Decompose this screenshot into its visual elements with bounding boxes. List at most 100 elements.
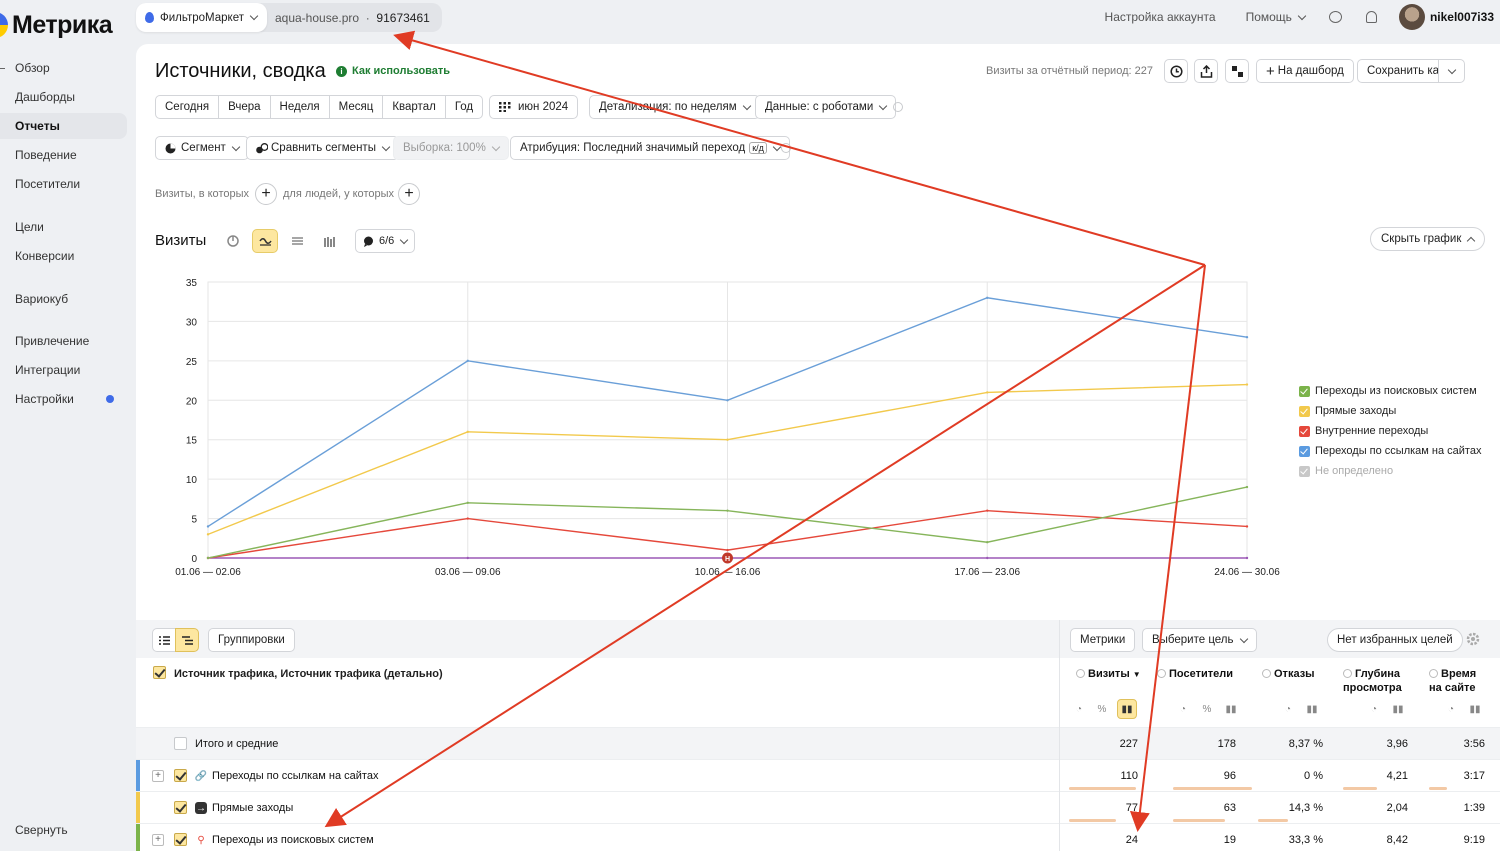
data-point <box>206 556 210 560</box>
counter-dropdown[interactable]: ФильтроМаркет <box>136 3 267 32</box>
feedback-icon[interactable] <box>1328 11 1342 23</box>
sidebar-item-integrations[interactable]: Интеграции <box>0 357 127 383</box>
counter-site-info[interactable]: aqua-house.pro · 91673461 <box>267 11 442 25</box>
row-checkbox[interactable] <box>174 769 187 782</box>
groupings-button[interactable]: Группировки <box>208 628 295 652</box>
counter-icon <box>145 12 154 23</box>
dimension-header: Источник трафика, Источник трафика (дета… <box>174 668 443 680</box>
depth-share-bar <box>1343 787 1377 790</box>
column-header-visitors[interactable]: Посетители <box>1157 667 1233 681</box>
bar-icon[interactable]: ▮▮ <box>1302 699 1322 719</box>
legend-checkbox[interactable] <box>1299 425 1310 437</box>
sidebar-item-conversions[interactable]: Конверсии <box>0 243 127 269</box>
legend-item[interactable]: Переходы по ссылкам на сайтах <box>1299 441 1481 461</box>
gear-icon[interactable] <box>1466 632 1480 646</box>
metrika-logo[interactable]: Метрика <box>0 8 113 42</box>
sidebar-item-reports[interactable]: Отчеты <box>0 113 127 139</box>
sidebar-item-label: Поведение <box>15 148 77 162</box>
choose-goal-dropdown[interactable]: Выберите цель <box>1142 628 1257 652</box>
link-icon: 🔗 <box>194 770 208 782</box>
row-checkbox[interactable] <box>174 737 187 750</box>
y-tick-label: 30 <box>186 317 198 328</box>
cell-bounces: 0 % <box>1304 769 1323 782</box>
separator-dot: · <box>362 10 374 25</box>
legend-item[interactable]: Прямые заходы <box>1299 401 1481 421</box>
sidebar-item-visitors[interactable]: Посетители <box>0 171 127 197</box>
select-all-checkbox[interactable] <box>153 666 166 679</box>
legend-checkbox[interactable] <box>1299 405 1310 417</box>
groupings-label: Группировки <box>218 634 285 646</box>
pie-icon[interactable]: ◔ <box>1364 699 1384 719</box>
column-header-time[interactable]: Время на сайте <box>1429 667 1489 695</box>
time-share-bar <box>1429 787 1447 790</box>
data-point <box>726 548 729 552</box>
cell-depth: 3,96 <box>1386 737 1408 750</box>
cell-depth: 4,21 <box>1386 769 1408 782</box>
notification-dot <box>106 395 114 403</box>
bar-icon[interactable]: ▮▮ <box>1388 699 1408 719</box>
pie-icon[interactable]: ◔ <box>1441 699 1461 719</box>
sidebar-item-dashboards[interactable]: Дашборды <box>0 84 127 110</box>
table-row[interactable]: + ⚲ Переходы из поисковых систем 24 19 33… <box>136 823 1500 851</box>
sidebar-collapse-button[interactable]: Свернуть <box>0 817 127 843</box>
row-label[interactable]: 🔗 Переходы по ссылкам на сайтах <box>194 770 379 782</box>
x-tick-label: 01.06 — 02.06 <box>175 567 241 578</box>
sidebar-item-overview[interactable]: Обзор <box>0 55 127 81</box>
visits-line-chart: 0 5 10 15 20 25 30 35 01.06 — 02.06 03.06 — 09.06… <box>175 278 1280 578</box>
bar-icon[interactable]: ▮▮ <box>1221 699 1241 719</box>
data-point <box>206 525 210 528</box>
bar-icon[interactable]: ▮▮ <box>1465 699 1485 719</box>
legend-checkbox[interactable] <box>1299 385 1310 397</box>
pie-icon[interactable]: ◔ <box>1173 699 1193 719</box>
table-row[interactable]: + 🔗 Переходы по ссылкам на сайтах 110 96 … <box>136 759 1500 792</box>
sidebar-item-settings[interactable]: Настройки <box>0 386 127 412</box>
sidebar-item-acquisition[interactable]: Привлечение <box>0 328 127 354</box>
legend-label: Не определено <box>1315 465 1394 477</box>
percent-icon[interactable]: % <box>1092 699 1112 719</box>
percent-icon[interactable]: % <box>1197 699 1217 719</box>
bounces-share-bar <box>1258 819 1288 822</box>
visitors-share-bar <box>1173 819 1225 822</box>
data-point <box>466 556 469 560</box>
pie-icon[interactable]: ◔ <box>1278 699 1298 719</box>
row-label[interactable]: → Прямые заходы <box>195 802 293 814</box>
legend-item[interactable]: Переходы из поисковых систем <box>1299 381 1481 401</box>
legend-item[interactable]: Внутренние переходы <box>1299 421 1481 441</box>
legend-checkbox[interactable] <box>1299 445 1310 457</box>
row-color-marker <box>136 824 140 851</box>
legend-checkbox[interactable] <box>1299 465 1310 477</box>
help-label: Помощь <box>1245 10 1292 24</box>
column-header-depth[interactable]: Глубина просмотра <box>1343 667 1413 695</box>
visits-share-bar <box>1069 819 1116 822</box>
data-point <box>466 359 469 363</box>
column-header-visits[interactable]: Визиты ▼ <box>1076 667 1141 682</box>
avatar[interactable] <box>1398 4 1425 30</box>
username[interactable]: nikel007i33 <box>1430 10 1494 24</box>
metrics-button[interactable]: Метрики <box>1070 628 1136 652</box>
notifications-icon[interactable] <box>1365 11 1377 23</box>
sidebar-item-label: Конверсии <box>15 249 75 263</box>
help-menu[interactable]: Помощь <box>1245 10 1307 24</box>
no-favorite-goals-button[interactable]: Нет избранных целей <box>1327 628 1463 652</box>
row-checkbox[interactable] <box>174 801 187 814</box>
event-marker-label: H <box>725 556 730 563</box>
help-icon <box>1262 669 1271 678</box>
column-header-bounces[interactable]: Отказы <box>1262 667 1315 681</box>
pie-icon[interactable]: ◔ <box>1069 699 1089 719</box>
view-tree-button[interactable] <box>175 628 199 652</box>
y-tick-label: 5 <box>191 515 197 526</box>
bar-icon[interactable]: ▮▮ <box>1117 699 1137 719</box>
metrics-label: Метрики <box>1080 634 1126 646</box>
account-settings-link[interactable]: Настройка аккаунта <box>1105 10 1216 24</box>
expand-icon[interactable]: + <box>152 834 164 846</box>
sidebar-item-behavior[interactable]: Поведение <box>0 142 127 168</box>
expand-icon[interactable]: + <box>152 770 164 782</box>
row-label[interactable]: ⚲ Переходы из поисковых систем <box>195 834 373 846</box>
view-list-button[interactable] <box>152 628 176 652</box>
row-color-marker <box>136 792 140 824</box>
sidebar-item-variocube[interactable]: Вариокуб <box>0 286 127 312</box>
row-checkbox[interactable] <box>174 833 187 846</box>
legend-item[interactable]: Не определено <box>1299 461 1481 481</box>
table-row[interactable]: → Прямые заходы 77 63 14,3 % 2,04 1:39 <box>136 791 1500 824</box>
sidebar-item-goals[interactable]: Цели <box>0 214 127 240</box>
